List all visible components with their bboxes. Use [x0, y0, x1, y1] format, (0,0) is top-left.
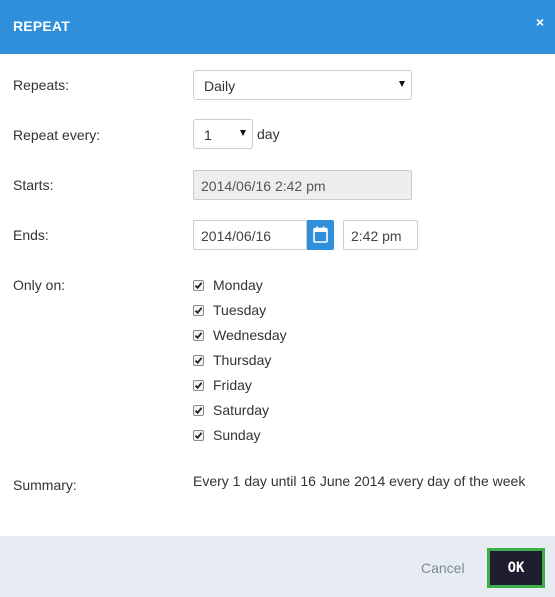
day-label: Saturday [213, 402, 270, 418]
repeat-every-select[interactable]: 1 [193, 119, 253, 149]
starts-label: Starts: [13, 177, 54, 193]
checkbox-monday[interactable] [193, 280, 204, 291]
day-label: Monday [213, 277, 263, 293]
dialog-header: REPEAT × [0, 0, 555, 54]
starts-field-value: 2014/06/16 2:42 pm [201, 178, 326, 194]
close-icon[interactable]: × [536, 14, 544, 30]
day-label: Wednesday [213, 327, 287, 343]
ends-label: Ends: [13, 227, 49, 243]
checkmark-icon [194, 357, 203, 365]
day-label: Thursday [213, 352, 272, 368]
checkmark-icon [194, 432, 203, 440]
starts-field: 2014/06/16 2:42 pm [193, 170, 412, 200]
checkbox-tuesday[interactable] [193, 305, 204, 316]
checkmark-icon [194, 282, 203, 290]
repeats-select-value: Daily [204, 78, 236, 94]
checkmark-icon [194, 407, 203, 415]
checkbox-thursday[interactable] [193, 355, 204, 366]
checkmark-icon [194, 382, 203, 390]
checkmark-icon [194, 332, 203, 340]
ends-time-value: 2:42 pm [351, 228, 402, 244]
repeat-every-unit: day [257, 126, 280, 142]
dialog-footer: Cancel OK [0, 536, 555, 597]
dialog-title: REPEAT [13, 18, 70, 34]
ends-time-field[interactable]: 2:42 pm [343, 220, 418, 250]
caret-down-icon [399, 81, 405, 87]
summary-label: Summary: [13, 477, 77, 493]
checkbox-saturday[interactable] [193, 405, 204, 416]
checkmark-icon [194, 307, 203, 315]
day-label: Sunday [213, 427, 261, 443]
ends-date-field[interactable]: 2014/06/16 [193, 220, 307, 250]
day-label: Friday [213, 377, 252, 393]
calendar-button[interactable] [307, 220, 334, 250]
day-label: Tuesday [213, 302, 267, 318]
summary-text: Every 1 day until 16 June 2014 every day… [193, 473, 526, 489]
repeat-dialog: REPEAT × Repeats: Daily Repeat every: 1 … [0, 0, 555, 597]
checkbox-sunday[interactable] [193, 430, 204, 441]
caret-down-icon [240, 130, 246, 136]
only-on-label: Only on: [13, 277, 66, 293]
ends-date-value: 2014/06/16 [201, 228, 272, 244]
repeat-every-select-value: 1 [204, 127, 212, 143]
cancel-button[interactable]: Cancel [421, 560, 465, 576]
calendar-icon [313, 226, 328, 243]
repeats-label: Repeats: [13, 77, 70, 93]
checkbox-friday[interactable] [193, 380, 204, 391]
ok-button[interactable]: OK [487, 548, 545, 588]
repeat-every-label: Repeat every: [13, 127, 101, 143]
repeats-select[interactable]: Daily [193, 70, 412, 100]
checkbox-wednesday[interactable] [193, 330, 204, 341]
